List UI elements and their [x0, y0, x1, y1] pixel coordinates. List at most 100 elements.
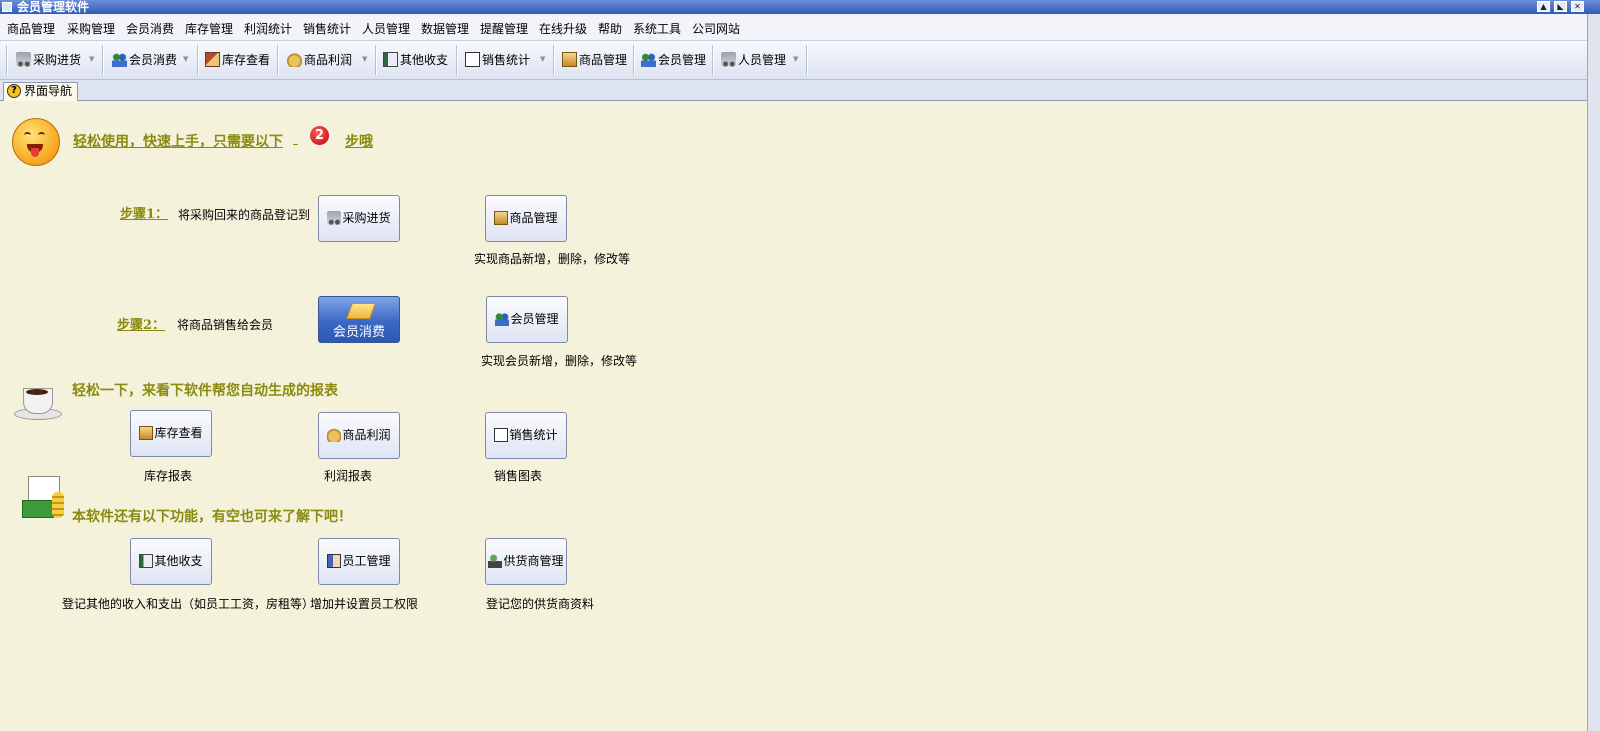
people-icon — [495, 312, 510, 326]
chart-icon — [494, 428, 509, 442]
toolbar-separator — [102, 45, 104, 75]
coffee-cup-icon — [14, 382, 62, 420]
card-icon — [112, 52, 127, 67]
toolbar-purchase-label: 采购进货 — [33, 53, 82, 67]
house-icon — [205, 52, 220, 67]
book-icon — [139, 554, 154, 568]
toolbar-stock-button[interactable]: 库存查看 — [205, 46, 270, 74]
toolbar-profit-button[interactable]: 商品利润 — [287, 46, 352, 74]
goods-management-caption: 实现商品新增，删除，修改等 — [474, 252, 631, 266]
toolbar-purchase-dropdown[interactable]: ▼ — [89, 56, 96, 63]
menu-item-stock[interactable]: 库存管理 — [185, 20, 233, 37]
member-consume-label: 会员消费 — [332, 325, 385, 340]
member-consume-button[interactable]: 会员消费 — [318, 296, 400, 343]
title-bar: 会员管理软件 ▲ ◣ ✕ — [0, 0, 1600, 14]
toolbar-other-label: 其他收支 — [400, 53, 449, 67]
menu-item-tools[interactable]: 系统工具 — [633, 20, 681, 37]
tab-navigation[interactable]: ? 界面导航 — [3, 82, 79, 101]
cart-icon — [16, 52, 31, 67]
other-income-expense-button[interactable]: 其他收支 — [130, 538, 212, 585]
toolbar-separator — [712, 45, 714, 75]
step-count-badge: 2 — [310, 126, 329, 145]
goods-profit-button[interactable]: 商品利润 — [318, 412, 400, 459]
toolbar-separator — [375, 45, 377, 75]
toolbar-other-button[interactable]: 其他收支 — [383, 46, 448, 74]
supplier-icon — [488, 554, 503, 568]
menu-bar: 商品管理 采购管理 会员消费 库存管理 利润统计 销售统计 人员管理 数据管理 … — [0, 14, 1587, 41]
box-icon — [562, 52, 577, 67]
menu-item-data[interactable]: 数据管理 — [421, 20, 469, 37]
goods-management-button[interactable]: 商品管理 — [485, 195, 567, 242]
restore-button[interactable]: ◣ — [1554, 1, 1567, 12]
toolbar-separator — [806, 45, 808, 75]
menu-item-profit[interactable]: 利润统计 — [244, 20, 292, 37]
toolbar-staff-dropdown[interactable]: ▼ — [793, 56, 800, 63]
toolbar-consume-button[interactable]: 会员消费 — [112, 46, 177, 74]
sales-stats-label: 销售统计 — [509, 428, 558, 442]
member-management-caption: 实现会员新增，删除，修改等 — [481, 354, 638, 368]
toolbar-purchase-button[interactable]: 采购进货 — [16, 46, 81, 74]
goods-profit-label: 商品利润 — [342, 428, 391, 442]
close-button[interactable]: ✕ — [1571, 1, 1584, 12]
step2-label: 步骤2： — [117, 318, 166, 333]
menu-item-purchase[interactable]: 采购管理 — [67, 20, 115, 37]
toolbar-separator — [6, 45, 8, 75]
smiley-icon — [12, 118, 60, 166]
window-title: 会员管理软件 — [17, 0, 90, 14]
menu-item-sales[interactable]: 销售统计 — [303, 20, 351, 37]
right-edge-scrollbar[interactable] — [1587, 14, 1600, 731]
toolbar-member-label: 会员管理 — [658, 53, 707, 67]
toolbar-separator — [197, 45, 199, 75]
toolbar-separator — [633, 45, 635, 75]
toolbar-stock-label: 库存查看 — [222, 53, 271, 67]
step1-text: 将采购回来的商品登记到 — [178, 208, 311, 222]
menu-item-reminder[interactable]: 提醒管理 — [480, 20, 528, 37]
staff-management-button[interactable]: 员工管理 — [318, 538, 400, 585]
toolbar-separator — [277, 45, 279, 75]
menu-item-upgrade[interactable]: 在线升级 — [539, 20, 587, 37]
menu-item-consume[interactable]: 会员消费 — [126, 20, 174, 37]
sales-stats-button[interactable]: 销售统计 — [485, 412, 567, 459]
app-icon[interactable] — [2, 2, 12, 12]
toolbar-separator — [456, 45, 458, 75]
staff-icon — [327, 554, 342, 568]
book-icon — [383, 52, 398, 67]
step2-text: 将商品销售给会员 — [177, 318, 274, 332]
supplier-management-label: 供货商管理 — [503, 554, 564, 568]
box-icon — [494, 211, 509, 225]
toolbar-profit-dropdown[interactable]: ▼ — [362, 56, 369, 63]
chart-icon — [465, 52, 480, 67]
people-icon — [641, 52, 656, 67]
money-bag-icon — [327, 428, 342, 442]
step1-label: 步骤1： — [120, 207, 169, 222]
toolbar-consume-dropdown[interactable]: ▼ — [183, 56, 190, 63]
intro-text: 轻松使用，快速上手，只需要以下 — [73, 134, 283, 150]
cart-icon — [327, 211, 342, 225]
goods-management-label: 商品管理 — [509, 211, 558, 225]
toolbar-staff-label: 人员管理 — [738, 53, 787, 67]
toolbar-staff-button[interactable]: 人员管理 — [721, 46, 786, 74]
toolbar-goods-button[interactable]: 商品管理 — [562, 46, 627, 74]
minimize-button[interactable]: ▲ — [1537, 1, 1550, 12]
toolbar-sales-button[interactable]: 销售统计 — [465, 46, 530, 74]
purchase-button-label: 采购进货 — [342, 211, 391, 225]
menu-item-website[interactable]: 公司网站 — [692, 20, 740, 37]
menu-item-help[interactable]: 帮助 — [598, 20, 622, 37]
toolbar-sales-dropdown[interactable]: ▼ — [540, 56, 547, 63]
other-income-expense-label: 其他收支 — [154, 554, 203, 568]
purchase-button[interactable]: 采购进货 — [318, 195, 400, 242]
toolbar-member-button[interactable]: 会员管理 — [641, 46, 706, 74]
staff-icon — [721, 52, 736, 67]
supplier-management-button[interactable]: 供货商管理 — [485, 538, 567, 585]
toolbar-goods-label: 商品管理 — [579, 53, 628, 67]
menu-item-staff[interactable]: 人员管理 — [362, 20, 410, 37]
finance-icon — [22, 474, 66, 520]
more-heading: 本软件还有以下功能，有空也可来了解下吧！ — [72, 509, 352, 525]
sales-chart-caption: 销售图表 — [494, 469, 543, 483]
money-bag-icon — [287, 52, 302, 67]
stock-view-button[interactable]: 库存查看 — [130, 410, 212, 457]
staff-management-caption: 增加并设置员工权限 — [310, 597, 419, 611]
menu-item-goods[interactable]: 商品管理 — [7, 20, 55, 37]
member-management-button[interactable]: 会员管理 — [486, 296, 568, 343]
toolbar-sales-label: 销售统计 — [482, 53, 531, 67]
